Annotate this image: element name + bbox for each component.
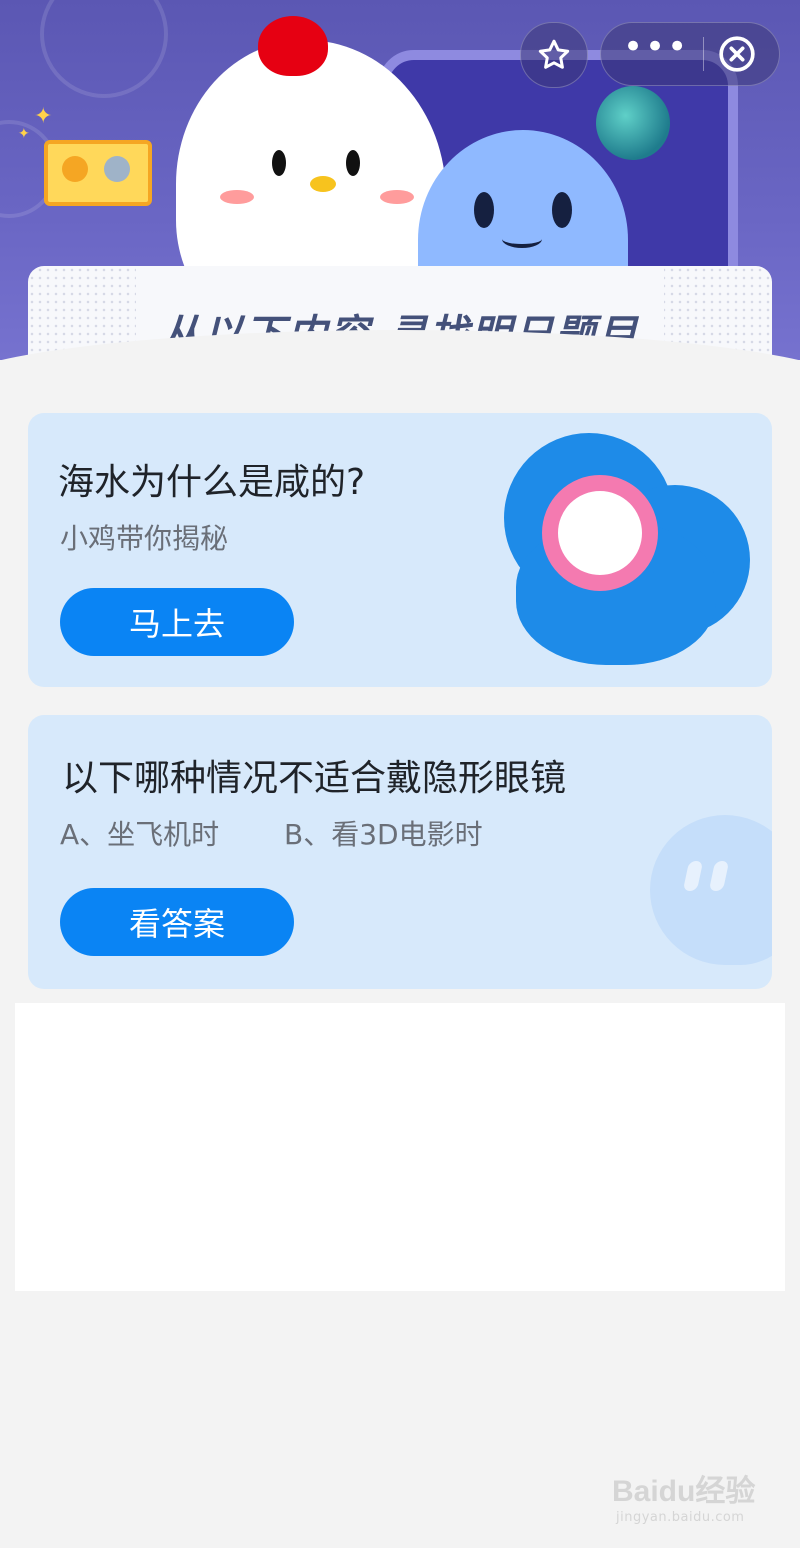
baidu-watermark: Baidu经验 jingyan.baidu.com bbox=[612, 1466, 762, 1532]
hero-header: ✦ ✦ ••• 从以下内容 寻找明日题目 bbox=[0, 0, 800, 360]
sea-illustration bbox=[504, 433, 754, 665]
article-card[interactable]: 海水为什么是咸的? 小鸡带你揭秘 马上去 bbox=[28, 413, 772, 687]
card-subtitle: 小鸡带你揭秘 bbox=[60, 522, 229, 555]
question-text: 以下哪种情况不适合戴隐形眼镜 bbox=[62, 758, 567, 799]
banner-underline bbox=[162, 340, 638, 354]
chick-comb bbox=[258, 16, 328, 76]
chick-eye bbox=[272, 150, 286, 176]
card-title: 海水为什么是咸的? bbox=[58, 462, 366, 503]
alien-eye bbox=[552, 192, 572, 228]
favorite-button[interactable] bbox=[520, 22, 588, 88]
banner-title: 从以下内容 寻找明日题目 bbox=[161, 312, 639, 358]
content-area-blank bbox=[15, 1003, 785, 1291]
swim-ring-chick bbox=[542, 475, 658, 591]
close-icon[interactable] bbox=[717, 34, 757, 74]
more-icon[interactable]: ••• bbox=[623, 30, 689, 64]
medal-sign bbox=[44, 140, 152, 206]
alien-mouth bbox=[502, 230, 542, 248]
gold-medal-icon bbox=[62, 156, 88, 182]
star-icon bbox=[538, 39, 570, 69]
question-card[interactable]: 以下哪种情况不适合戴隐形眼镜 A、坐飞机时 B、看3D电影时 看答案 bbox=[28, 715, 772, 989]
divider bbox=[702, 37, 704, 71]
sparkle-icon: ✦ bbox=[18, 126, 30, 142]
chick-cheek bbox=[220, 190, 254, 204]
capsule-menu: ••• bbox=[600, 22, 780, 86]
chick-cheek bbox=[380, 190, 414, 204]
decor-ring bbox=[40, 0, 168, 98]
promo-banner: 从以下内容 寻找明日题目 bbox=[28, 266, 772, 360]
option-b: B、看3D电影时 bbox=[284, 818, 483, 851]
chick-eye bbox=[346, 150, 360, 176]
planet-illustration bbox=[596, 86, 670, 160]
sparkle-icon: ✦ bbox=[34, 104, 53, 129]
chick-beak bbox=[310, 176, 336, 192]
quote-mark bbox=[682, 861, 704, 891]
quote-mark bbox=[708, 861, 730, 891]
alien-eye bbox=[474, 192, 494, 228]
chat-bubble-decoration bbox=[650, 815, 772, 965]
silver-medal-icon bbox=[104, 156, 130, 182]
watermark-brand: Baidu经验 bbox=[612, 1475, 756, 1508]
watermark-url: jingyan.baidu.com bbox=[616, 1510, 745, 1525]
option-a: A、坐飞机时 bbox=[60, 818, 220, 851]
view-answer-button[interactable]: 看答案 bbox=[60, 888, 294, 956]
go-now-button[interactable]: 马上去 bbox=[60, 588, 294, 656]
